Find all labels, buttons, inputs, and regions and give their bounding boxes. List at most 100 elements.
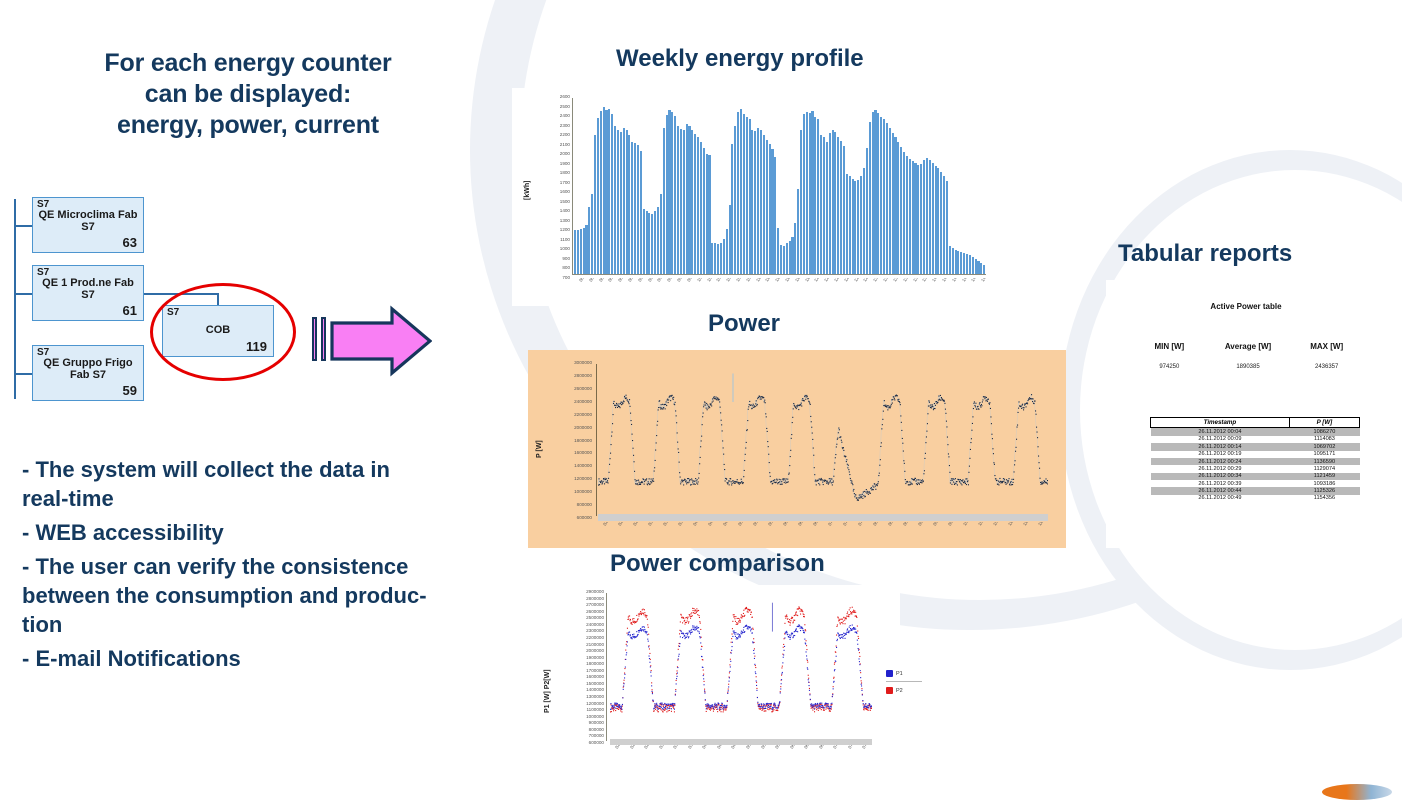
bar <box>666 115 668 274</box>
y-axis-tick-label: 800 <box>562 265 570 270</box>
bar <box>763 135 765 274</box>
bar <box>668 110 670 274</box>
tree-rail <box>14 199 16 399</box>
bar <box>774 157 776 274</box>
bar <box>597 118 599 274</box>
bar <box>826 142 828 274</box>
y-axis-tick-label: 1400000 <box>574 463 592 468</box>
y-axis-tick-label: 2500 <box>560 104 570 109</box>
bar <box>794 223 796 274</box>
y-axis-tick-label: 2600000 <box>586 609 604 614</box>
bar <box>803 114 805 274</box>
bar <box>809 113 811 274</box>
table-row: 26.11.2012 00:391093186 <box>1151 480 1360 487</box>
bar <box>886 123 888 274</box>
bar <box>820 135 822 274</box>
comparison-legend: P1 P2 <box>886 668 926 698</box>
summary-min-label: MIN [W] <box>1130 342 1209 351</box>
y-axis-tick-label: 1200000 <box>574 476 592 481</box>
bar <box>640 151 642 274</box>
weekly-y-axis-title: [kWh] <box>524 181 531 200</box>
left-heading-line-2: can be displayed: <box>48 79 448 110</box>
bar <box>711 243 713 274</box>
y-axis-tick-label: 1600 <box>560 189 570 194</box>
weekly-plot-area <box>574 98 986 274</box>
bar <box>889 128 891 274</box>
bar <box>706 154 708 274</box>
legend-item-p2: P2 <box>886 685 926 696</box>
tree-node-frigo[interactable]: S7 QE Gruppo Frigo Fab S7 59 <box>32 345 144 401</box>
report-summary-row: MIN [W] 974250 Average [W] 1890385 MAX [… <box>1130 342 1366 370</box>
corner-accent-decoration <box>1322 784 1392 800</box>
x-axis-tick-label: 11/11/12 16:14 <box>1037 522 1048 527</box>
bar <box>880 117 882 274</box>
bar <box>975 259 977 274</box>
y-axis-tick-label: 1500000 <box>586 681 604 686</box>
cell-timestamp: 26.11.2012 00:34 <box>1151 473 1290 480</box>
tree-node-value: 61 <box>123 303 137 318</box>
bar <box>628 135 630 274</box>
weekly-energy-profile-title: Weekly energy profile <box>616 45 864 73</box>
cell-power: 1093186 <box>1289 480 1359 487</box>
bar <box>872 112 874 274</box>
bar <box>797 189 799 274</box>
comparison-y-axis-line <box>606 593 607 741</box>
y-axis-tick-label: 1700000 <box>586 668 604 673</box>
bar <box>588 207 590 274</box>
y-axis-tick-label: 1500 <box>560 199 570 204</box>
bar <box>751 130 753 275</box>
legend-label-p1: P1 <box>896 671 903 677</box>
tree-stub-2 <box>14 293 32 295</box>
bar <box>834 132 836 274</box>
x-axis-tick-label: 14/11/12 20:00 <box>980 278 986 283</box>
bar <box>771 149 773 274</box>
bar <box>594 135 596 274</box>
bar <box>960 252 962 274</box>
bar <box>708 155 710 274</box>
y-axis-tick-label: 2100000 <box>586 642 604 647</box>
bar <box>852 179 854 274</box>
bar <box>660 194 662 274</box>
bar <box>726 229 728 274</box>
y-axis-tick-label: 2300000 <box>586 628 604 633</box>
cell-timestamp: 26.11.2012 00:19 <box>1151 451 1290 458</box>
cell-timestamp: 26.11.2012 00:39 <box>1151 480 1290 487</box>
tree-node-microclima[interactable]: S7 QE Microclima Fab S7 63 <box>32 197 144 253</box>
bar <box>780 245 782 274</box>
bar <box>694 134 696 274</box>
power-plot-area <box>598 364 1048 516</box>
bar <box>749 119 751 274</box>
y-axis-tick-label: 800000 <box>589 727 604 732</box>
feature-bullet-list: - The system will collect the data in re… <box>22 455 432 678</box>
bar <box>914 163 916 274</box>
cell-power: 1114083 <box>1289 436 1359 443</box>
bar <box>651 214 653 274</box>
y-axis-tick-label: 800000 <box>577 502 592 507</box>
bar <box>952 248 954 274</box>
y-axis-tick-label: 1100000 <box>586 707 604 712</box>
bar <box>946 181 948 274</box>
bar <box>786 243 788 274</box>
bullet-item: - WEB accessibility <box>22 518 432 547</box>
bar <box>626 130 628 274</box>
bar <box>923 160 925 274</box>
tree-node-value: 59 <box>123 383 137 398</box>
table-row: 26.11.2012 00:341121459 <box>1151 473 1360 480</box>
tree-node-prodne[interactable]: S7 QE 1 Prod.ne Fab S7 61 <box>32 265 144 321</box>
bullet-item: - E-mail Notifications <box>22 644 432 673</box>
y-axis-tick-label: 2700000 <box>586 602 604 607</box>
column-header-timestamp: Timestamp <box>1151 418 1290 428</box>
weekly-energy-profile-chart: [kWh] 2600250024002300220021002000190018… <box>512 88 1002 306</box>
table-row: 26.11.2012 00:041086270 <box>1151 428 1360 436</box>
bar <box>729 205 731 274</box>
active-power-table-title: Active Power table <box>1106 302 1386 311</box>
cell-timestamp: 26.11.2012 00:09 <box>1151 436 1290 443</box>
y-axis-tick-label: 1600000 <box>574 450 592 455</box>
bar <box>903 152 905 274</box>
bar <box>843 146 845 274</box>
bar <box>783 246 785 274</box>
bar <box>614 126 616 274</box>
bar <box>800 130 802 274</box>
bar <box>814 117 816 274</box>
cell-timestamp: 26.11.2012 00:49 <box>1151 495 1290 502</box>
